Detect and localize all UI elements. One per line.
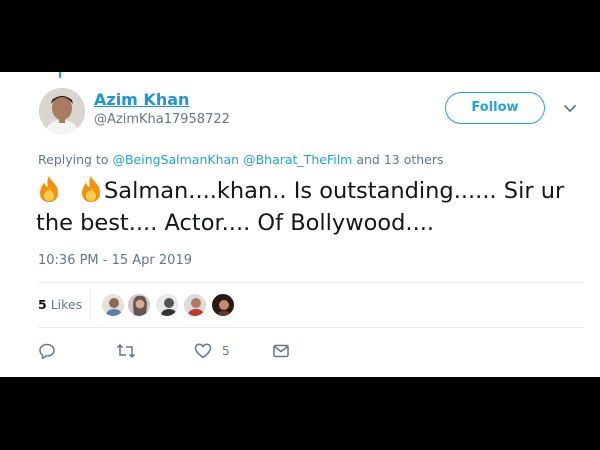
reply-mention-1[interactable]: @BeingSalmanKhan — [112, 152, 239, 167]
liker-avatar[interactable] — [183, 293, 207, 317]
liker-avatar[interactable] — [211, 293, 235, 317]
divider — [38, 327, 584, 328]
likes-stat[interactable]: 5 Likes — [38, 297, 82, 312]
liker-avatar[interactable] — [155, 293, 179, 317]
chevron-down-icon[interactable] — [563, 100, 577, 114]
stats-separator — [90, 290, 91, 318]
reply-context: Replying to @BeingSalmanKhan @Bharat_The… — [38, 152, 444, 167]
display-name-link[interactable]: Azim Khan — [94, 90, 189, 109]
like-count: 5 — [222, 344, 230, 358]
avatar[interactable] — [39, 88, 85, 134]
reply-icon[interactable] — [38, 342, 56, 360]
timestamp-link[interactable]: 10:36 PM - 15 Apr 2019 — [38, 253, 192, 268]
follow-button[interactable]: Follow — [445, 92, 545, 124]
fire-icon — [36, 175, 62, 203]
likes-count: 5 — [38, 297, 47, 312]
tweet-text: Salman....khan.. Is outstanding...... Si… — [36, 175, 586, 239]
fire-icon — [78, 175, 104, 203]
tweet-top-indicator — [59, 72, 61, 78]
divider — [38, 282, 584, 283]
tweet-card: Azim Khan @AzimKha17958722 Follow Replyi… — [0, 72, 600, 377]
user-handle: @AzimKha17958722 — [94, 112, 230, 127]
retweet-icon[interactable] — [116, 342, 136, 360]
tweet-body: Salman....khan.. Is outstanding...... Si… — [36, 178, 565, 236]
likes-label: Likes — [50, 297, 83, 312]
liker-avatar[interactable] — [127, 293, 151, 317]
reply-others[interactable]: and 13 others — [356, 152, 443, 167]
avatar-image — [39, 88, 85, 134]
message-icon[interactable] — [272, 342, 290, 360]
replying-prefix: Replying to — [38, 152, 109, 167]
liker-avatar[interactable] — [101, 293, 125, 317]
reply-mention-2[interactable]: @Bharat_TheFilm — [243, 152, 352, 167]
heart-icon[interactable] — [194, 342, 212, 360]
